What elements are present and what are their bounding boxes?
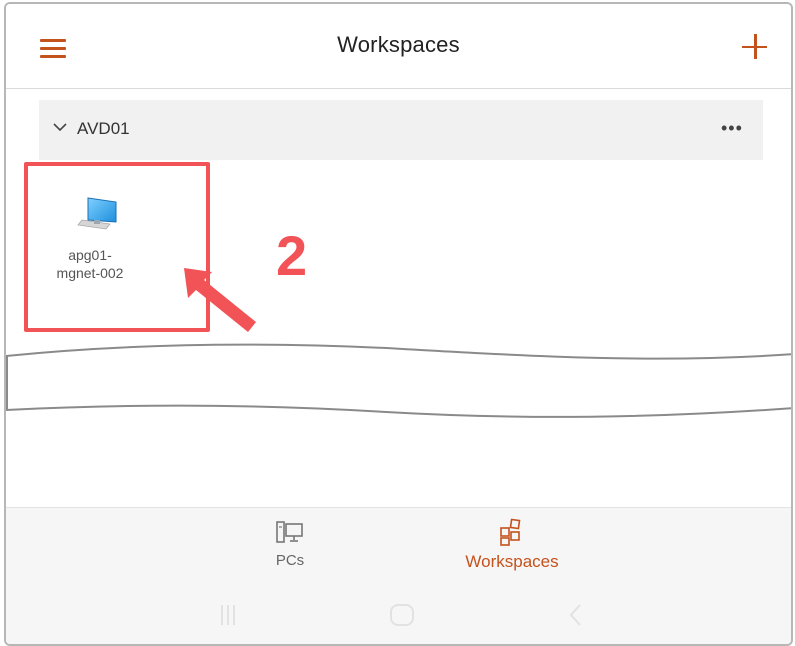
annotation-arrow-icon <box>184 268 256 332</box>
chevron-down-icon[interactable] <box>53 122 67 132</box>
annotation-step-number: 2 <box>276 224 308 287</box>
workspaces-grid-icon <box>500 518 521 546</box>
app-header: Workspaces <box>6 4 791 89</box>
remote-pc-label-line2: mgnet-002 <box>56 265 124 281</box>
recent-apps-icon[interactable] <box>216 603 240 627</box>
remote-pc-tile[interactable]: apg01- mgnet-002 <box>36 184 146 294</box>
plus-icon[interactable] <box>742 34 768 60</box>
more-horizontal-icon[interactable]: ••• <box>721 118 751 138</box>
torn-edge-divider <box>6 343 791 418</box>
bottom-navigation-bar: PCs Workspaces <box>6 507 791 644</box>
nav-item-pcs[interactable]: PCs <box>220 518 360 582</box>
workspace-group-name: AVD01 <box>77 119 130 138</box>
nav-item-workspaces[interactable]: Workspaces <box>442 518 582 582</box>
nav-label-pcs: PCs <box>275 552 305 569</box>
pc-icon <box>276 521 303 543</box>
home-icon[interactable] <box>388 603 416 627</box>
app-window: Workspaces AVD01 ••• apg01- mgnet-002 2 … <box>4 2 793 646</box>
remote-pc-label: apg01- mgnet-002 <box>36 246 144 282</box>
back-icon[interactable] <box>566 603 586 627</box>
system-navigation-bar <box>6 593 791 633</box>
monitor-icon <box>77 197 117 230</box>
page-title: Workspaces <box>337 32 460 57</box>
workspace-group-row[interactable]: AVD01 ••• <box>39 100 763 160</box>
nav-label-workspaces: Workspaces <box>465 552 559 571</box>
remote-pc-label-line1: apg01- <box>68 247 112 263</box>
